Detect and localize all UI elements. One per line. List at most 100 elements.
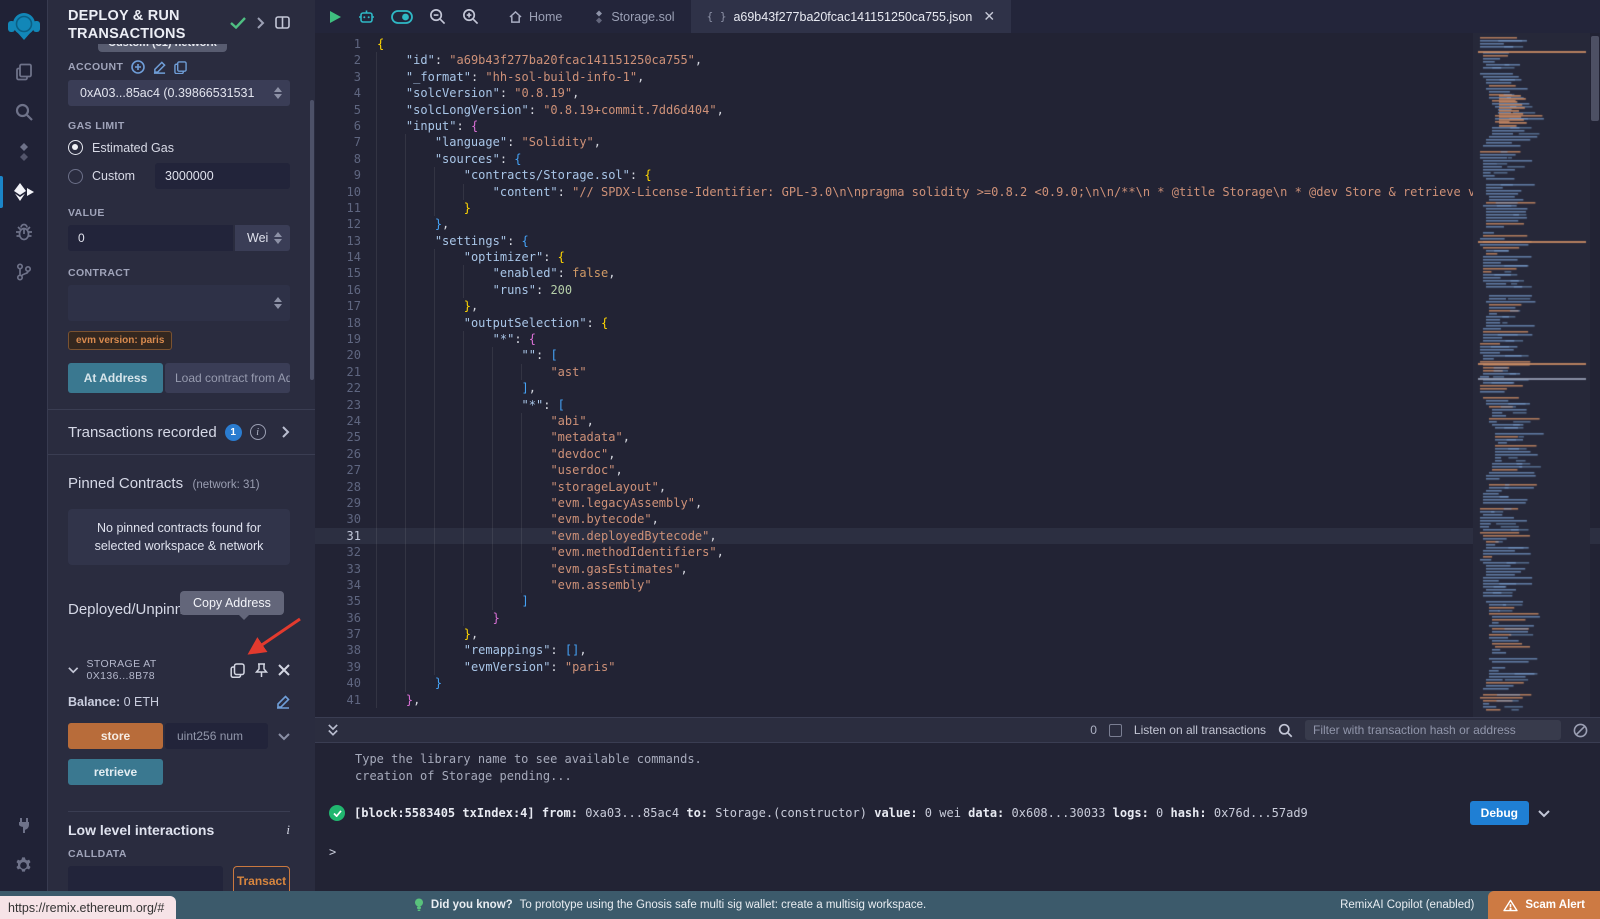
main-area: Home Storage.sol { } a69b43f277ba20fcac1… bbox=[315, 0, 1600, 891]
balance-value: 0 ETH bbox=[124, 695, 159, 709]
estimated-gas-option[interactable]: Estimated Gas bbox=[68, 140, 290, 155]
store-input[interactable]: uint256 num bbox=[165, 723, 268, 749]
pin-contract-icon[interactable] bbox=[255, 663, 268, 678]
edit-balance-icon[interactable] bbox=[276, 695, 290, 709]
transactions-recorded-row[interactable]: Transactions recorded 1 i bbox=[68, 410, 290, 454]
remix-logo-icon bbox=[7, 9, 41, 43]
value-unit-select[interactable]: Wei bbox=[235, 225, 290, 251]
close-contract-icon[interactable] bbox=[278, 664, 290, 676]
divider bbox=[48, 454, 315, 455]
custom-gas-option[interactable]: Custom bbox=[68, 163, 290, 189]
sidebar-item-settings[interactable] bbox=[0, 845, 48, 885]
code-line: 22 ], bbox=[315, 380, 1473, 396]
code-line: 25 "metadata", bbox=[315, 429, 1473, 445]
collapse-terminal-icon[interactable] bbox=[327, 724, 339, 737]
clear-filter-icon[interactable] bbox=[1573, 723, 1588, 738]
estimated-gas-radio[interactable] bbox=[68, 140, 83, 155]
solidity-file-icon bbox=[594, 10, 604, 24]
load-contract-input[interactable]: Load contract from Addr bbox=[165, 363, 290, 393]
edit-account-icon[interactable] bbox=[153, 61, 166, 74]
sidebar-item-git[interactable] bbox=[0, 252, 48, 292]
custom-gas-input[interactable] bbox=[155, 163, 290, 189]
home-icon bbox=[509, 11, 522, 23]
transaction-log-row[interactable]: [block:5583405 txIndex:4] from: 0xa03...… bbox=[329, 801, 1550, 825]
account-select[interactable]: 0xA03...85ac4 (0.39866531531 bbox=[68, 80, 290, 106]
minimap[interactable] bbox=[1473, 33, 1590, 717]
zoom-out-icon[interactable] bbox=[429, 8, 446, 25]
code-line: 8 "sources": { bbox=[315, 151, 1473, 167]
tab-label: Storage.sol bbox=[611, 10, 674, 24]
code-line: 30 "evm.bytecode", bbox=[315, 511, 1473, 527]
custom-gas-radio[interactable] bbox=[68, 169, 83, 184]
chevron-right-icon[interactable] bbox=[256, 17, 265, 29]
terminal-prompt[interactable]: > bbox=[329, 845, 1600, 859]
chevron-down-icon[interactable] bbox=[68, 666, 79, 674]
sidebar-item-solidity-compiler[interactable] bbox=[0, 132, 48, 172]
code-editor[interactable]: 1{2 "id": "a69b43f277ba20fcac141151250ca… bbox=[315, 33, 1600, 717]
tab-label: a69b43f277ba20fcac141151250ca755.json bbox=[733, 10, 972, 24]
code-line: 24 "abi", bbox=[315, 413, 1473, 429]
deployed-section: Deployed/Unpinned Contracts Copy Address bbox=[68, 601, 290, 618]
code-line: 31 "evm.deployedBytecode", bbox=[315, 528, 1473, 544]
copilot-status[interactable]: RemixAI Copilot (enabled) bbox=[1340, 899, 1474, 911]
at-address-button[interactable]: At Address bbox=[68, 363, 163, 393]
run-script-icon[interactable] bbox=[329, 10, 342, 24]
expand-store-icon[interactable] bbox=[278, 732, 290, 741]
value-input[interactable] bbox=[68, 225, 233, 251]
transactions-info-icon[interactable]: i bbox=[250, 424, 266, 440]
activity-bar bbox=[0, 0, 48, 919]
zoom-in-icon[interactable] bbox=[462, 8, 479, 25]
pinned-contracts-title-row: Pinned Contracts (network: 31) bbox=[68, 475, 290, 493]
add-account-icon[interactable] bbox=[131, 60, 145, 74]
low-level-row: Low level interactions i bbox=[68, 822, 290, 838]
terminal-tx-count: 0 bbox=[1090, 723, 1097, 737]
copy-address-tooltip: Copy Address bbox=[180, 591, 284, 615]
retrieve-button[interactable]: retrieve bbox=[68, 759, 163, 785]
bug-icon bbox=[14, 222, 34, 242]
filter-input[interactable] bbox=[1305, 720, 1561, 740]
contract-card-header[interactable]: STORAGE AT 0X136...8B78 bbox=[68, 658, 290, 682]
tab-storage-sol[interactable]: Storage.sol bbox=[578, 0, 690, 33]
ai-assistant-icon[interactable] bbox=[358, 9, 375, 25]
store-button[interactable]: store bbox=[68, 723, 163, 749]
gear-icon bbox=[14, 856, 33, 875]
code-line: 11 } bbox=[315, 200, 1473, 216]
deployed-contract-card: STORAGE AT 0X136...8B78 Balance: 0 ETH s… bbox=[68, 658, 290, 785]
tab-close-icon[interactable]: ✕ bbox=[983, 8, 995, 25]
git-branch-icon bbox=[14, 262, 34, 282]
tab-json-active[interactable]: { } a69b43f277ba20fcac141151250ca755.jso… bbox=[691, 0, 1011, 33]
code-line: 1{ bbox=[315, 36, 1473, 52]
listen-checkbox[interactable] bbox=[1109, 724, 1122, 737]
panel-scrollbar[interactable] bbox=[310, 100, 314, 380]
copilot-toggle-icon[interactable] bbox=[391, 10, 413, 24]
editor-scrollbar-thumb[interactable] bbox=[1591, 36, 1599, 121]
tx-success-icon bbox=[329, 805, 345, 821]
json-file-icon: { } bbox=[707, 10, 727, 23]
sidebar-item-search[interactable] bbox=[0, 92, 48, 132]
custom-gas-text: Custom bbox=[92, 169, 135, 183]
code-line: 34 "evm.assembly" bbox=[315, 577, 1473, 593]
listen-label: Listen on all transactions bbox=[1134, 723, 1266, 737]
transactions-expand-icon[interactable] bbox=[281, 426, 290, 438]
contract-select[interactable] bbox=[68, 285, 290, 321]
terminal-message: creation of Storage pending... bbox=[355, 768, 1600, 785]
expand-log-icon[interactable] bbox=[1538, 809, 1550, 818]
tab-home[interactable]: Home bbox=[493, 0, 578, 33]
copy-account-icon[interactable] bbox=[174, 61, 187, 74]
terminal: 0 Listen on all transactions Type the li… bbox=[315, 717, 1600, 891]
debug-button[interactable]: Debug bbox=[1470, 801, 1529, 825]
sidebar-item-debugger[interactable] bbox=[0, 212, 48, 252]
pin-panel-icon[interactable] bbox=[275, 16, 290, 29]
code-line: 23 "*": [ bbox=[315, 397, 1473, 413]
scam-alert-button[interactable]: Scam Alert bbox=[1488, 891, 1600, 919]
code-line: 20 "": [ bbox=[315, 347, 1473, 363]
copy-address-icon[interactable] bbox=[230, 663, 245, 678]
low-level-info-icon[interactable]: i bbox=[286, 822, 290, 838]
sidebar-item-deploy-run[interactable] bbox=[0, 172, 48, 212]
contract-label: CONTRACT bbox=[68, 267, 290, 279]
sidebar-item-file-explorer[interactable] bbox=[0, 52, 48, 92]
balance-label: Balance: bbox=[68, 695, 120, 709]
terminal-message: Type the library name to see available c… bbox=[355, 751, 1600, 768]
sidebar-item-plugin-manager[interactable] bbox=[0, 805, 48, 845]
remix-logo[interactable] bbox=[0, 0, 48, 52]
